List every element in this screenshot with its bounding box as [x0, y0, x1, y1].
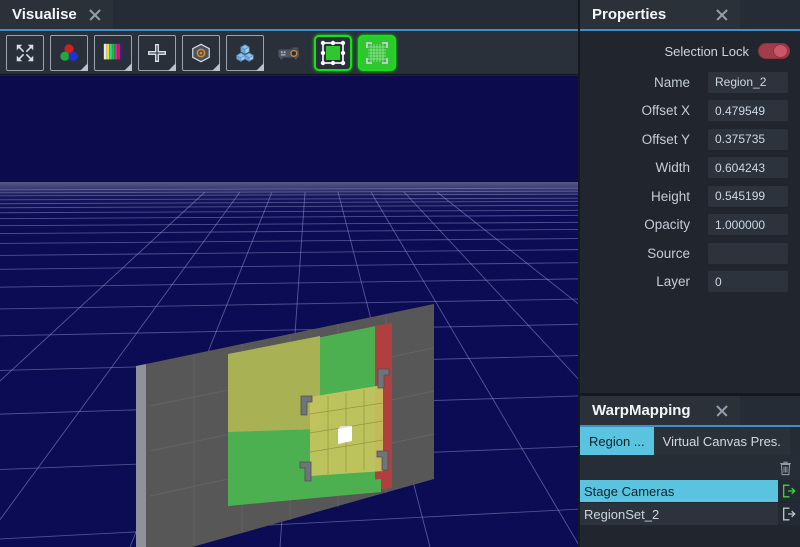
tab-visualise[interactable]: Visualise	[0, 0, 113, 31]
white-cube-marker[interactable]	[338, 426, 352, 444]
visualise-tab-label: Visualise	[12, 6, 77, 23]
tab-region-label: Region ...	[589, 433, 645, 449]
warpmapping-toolbar	[580, 455, 800, 480]
height-field[interactable]: 0.545199	[708, 185, 788, 207]
export-arrow-glyph	[783, 484, 796, 498]
list-item-label: RegionSet_2	[580, 503, 778, 525]
dropdown-corner-icon[interactable]	[168, 62, 176, 71]
region-grid-icon	[366, 41, 388, 64]
name-field[interactable]: Region_2	[708, 71, 788, 93]
close-icon[interactable]	[87, 7, 103, 23]
selection-lock-toggle[interactable]	[758, 43, 790, 59]
dropdown-corner-icon[interactable]	[80, 62, 88, 71]
visualise-titlebar: Visualise	[0, 0, 578, 31]
properties-body: Selection Lock Name Region_2 Offset X 0.…	[580, 31, 800, 296]
tab-region[interactable]: Region ...	[580, 427, 654, 455]
property-row-layer: Layer 0	[580, 268, 800, 297]
layer-field[interactable]: 0	[708, 271, 788, 293]
offset-x-field[interactable]: 0.479549	[708, 100, 788, 122]
3d-stage-viewport[interactable]	[0, 76, 578, 547]
properties-tab-label: Properties	[592, 6, 667, 23]
tab-virtual-canvas-label: Virtual Canvas Pres.	[662, 433, 781, 449]
property-row-height: Height 0.545199	[580, 182, 800, 211]
list-item-regionset-2[interactable]: RegionSet_2	[580, 503, 800, 525]
close-icon[interactable]	[714, 7, 730, 23]
projector-icon	[278, 46, 299, 59]
visualise-panel: Visualise	[0, 0, 578, 547]
close-icon[interactable]	[714, 403, 730, 419]
property-label: Width	[655, 160, 690, 176]
width-field[interactable]: 0.604243	[708, 157, 788, 179]
warpmapping-tabbar: Region ... Virtual Canvas Pres.	[580, 427, 800, 455]
property-label: Offset X	[641, 103, 690, 119]
wall-side-edge	[136, 364, 146, 547]
cube-target-icon	[192, 43, 210, 62]
tab-warpmapping[interactable]: WarpMapping	[580, 396, 740, 427]
offset-y-field[interactable]: 0.375735	[708, 128, 788, 150]
export-arrow-glyph	[783, 507, 796, 521]
dropdown-corner-icon[interactable]	[212, 62, 220, 71]
rgb-circles-icon	[60, 43, 78, 61]
arrows-expand-icon	[16, 44, 34, 61]
region-grid-button[interactable]	[358, 34, 396, 71]
application-window: Visualise Properties Selection Lock Name…	[0, 0, 800, 547]
property-label: Source	[647, 245, 690, 261]
color-picker-button[interactable]	[50, 34, 88, 71]
visualise-toolbar	[0, 31, 578, 75]
projector-button[interactable]	[270, 35, 308, 71]
warpmapping-titlebar: WarpMapping	[580, 396, 800, 427]
property-label: Opacity	[644, 217, 690, 233]
property-row-source: Source	[580, 239, 800, 268]
property-label: Offset Y	[641, 131, 690, 147]
dropdown-corner-icon[interactable]	[256, 62, 264, 71]
region-outline-button[interactable]	[314, 34, 352, 71]
trash-glyph	[780, 461, 791, 475]
properties-panel: Properties Selection Lock Name Region_2 …	[580, 0, 800, 393]
dropdown-corner-icon[interactable]	[124, 62, 132, 71]
trash-icon[interactable]	[778, 460, 793, 476]
property-row-width: Width 0.604243	[580, 154, 800, 183]
tab-virtual-canvas-presets[interactable]: Virtual Canvas Pres.	[653, 427, 790, 455]
plus-crosshair-icon	[148, 43, 166, 62]
property-row-offset-y: Offset Y 0.375735	[580, 125, 800, 154]
property-label: Height	[650, 188, 690, 204]
warpmapping-tab-label: WarpMapping	[592, 402, 691, 419]
stage-objects-button[interactable]	[226, 34, 264, 71]
stage-geometry	[136, 304, 435, 547]
property-row-name: Name Region_2	[580, 68, 800, 97]
crosshair-button[interactable]	[138, 34, 176, 71]
color-bars-icon	[103, 43, 123, 62]
export-arrow-icon[interactable]	[778, 480, 800, 502]
color-bars-button[interactable]	[94, 34, 132, 71]
opacity-field[interactable]: 1.000000	[708, 214, 788, 236]
warpmapping-panel: WarpMapping Region ... Virtual Canvas Pr…	[580, 396, 800, 547]
blue-cubes-icon	[236, 43, 254, 62]
property-row-offset-x: Offset X 0.479549	[580, 97, 800, 126]
selection-lock-row: Selection Lock	[580, 37, 800, 68]
object-mode-button[interactable]	[182, 34, 220, 71]
region-handles-icon	[320, 40, 346, 65]
tab-properties[interactable]: Properties	[580, 0, 740, 31]
property-label: Name	[653, 74, 690, 90]
list-item-stage-cameras[interactable]: Stage Cameras	[580, 480, 800, 502]
properties-titlebar: Properties	[580, 0, 800, 31]
fit-to-view-button[interactable]	[6, 34, 44, 71]
source-field[interactable]	[708, 242, 788, 264]
list-item-label: Stage Cameras	[580, 480, 778, 502]
property-row-opacity: Opacity 1.000000	[580, 211, 800, 240]
property-label: Layer	[656, 274, 690, 290]
export-arrow-icon[interactable]	[778, 503, 800, 525]
toggle-knob	[773, 44, 788, 58]
selection-lock-label: Selection Lock	[664, 43, 749, 59]
